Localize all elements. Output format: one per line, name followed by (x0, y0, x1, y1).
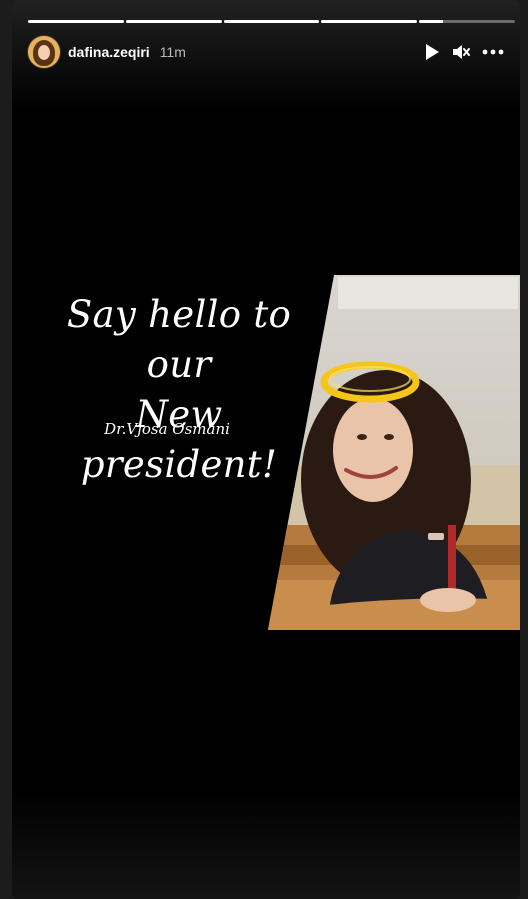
bottom-gradient (12, 789, 520, 899)
progress-segment (321, 20, 418, 23)
story-controls (424, 43, 504, 61)
person-name: Dr.Vjosa Osmani (104, 420, 230, 438)
progress-segment (223, 20, 320, 23)
post-time: 11m (159, 44, 186, 60)
story-header: dafina.zeqiri 11m (28, 36, 504, 68)
more-options-icon[interactable] (482, 49, 504, 55)
progress-segment (28, 20, 124, 23)
username[interactable]: dafina.zeqiri (68, 44, 150, 60)
avatar[interactable] (28, 36, 60, 68)
progress-segment (125, 20, 222, 23)
progress-segment (419, 20, 515, 23)
story-progress-bar (28, 20, 515, 23)
story-viewer[interactable]: dafina.zeqiri 11m Say hello to our New p… (12, 0, 520, 899)
play-icon[interactable] (424, 43, 440, 61)
mute-icon[interactable] (452, 44, 470, 60)
president-photo (268, 275, 520, 630)
